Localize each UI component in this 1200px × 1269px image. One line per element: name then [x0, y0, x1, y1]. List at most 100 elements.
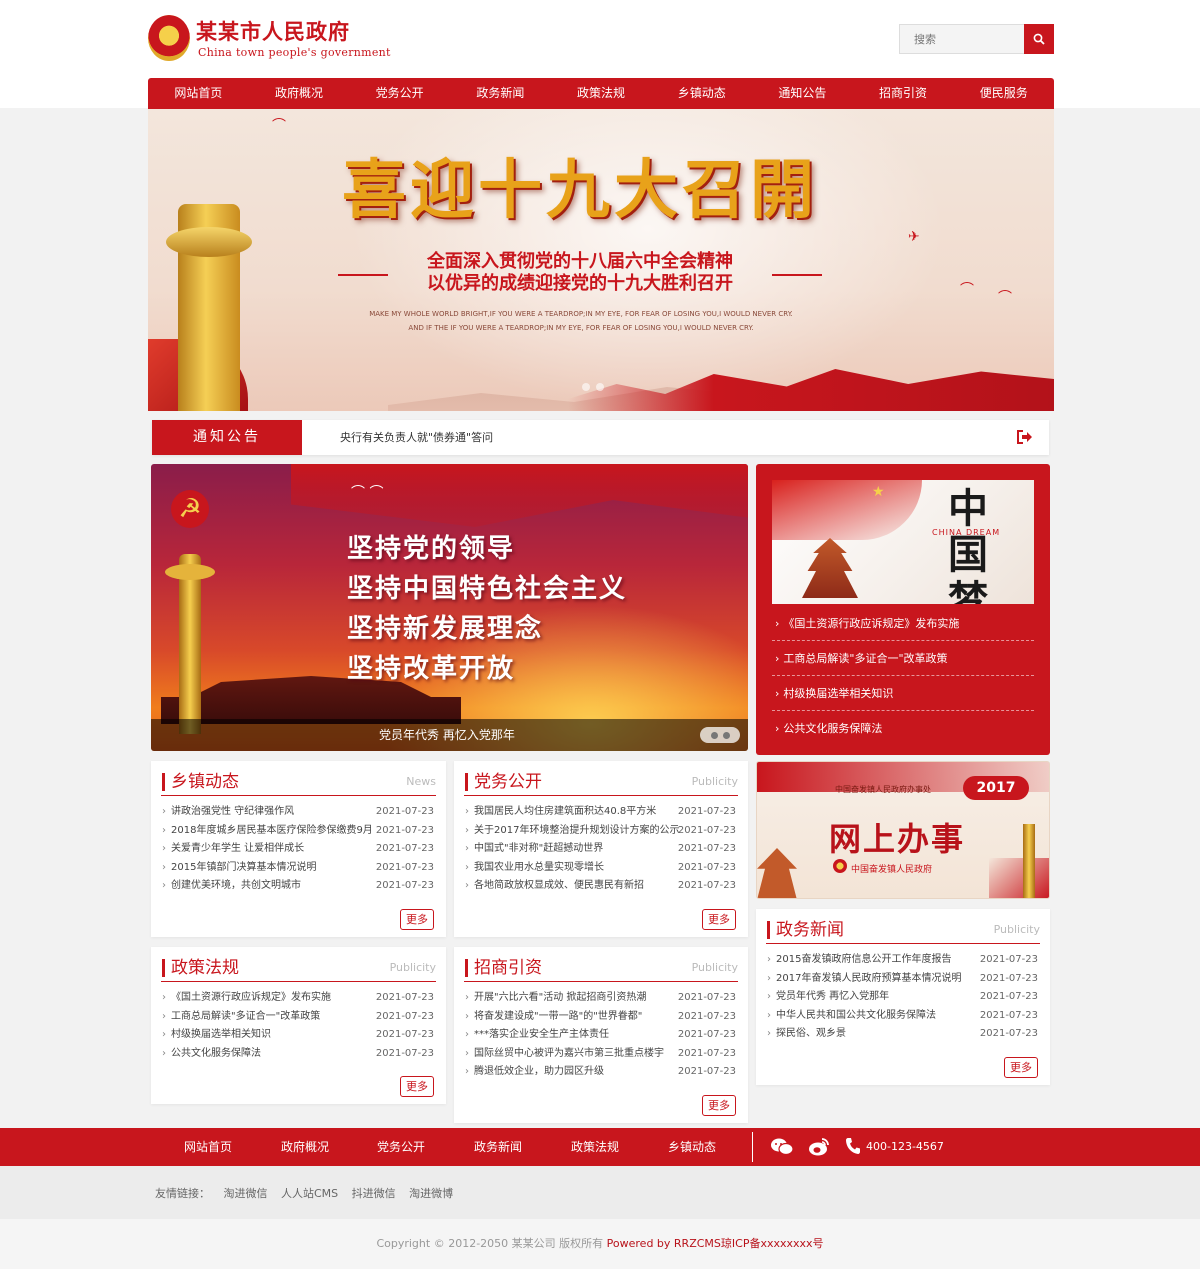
list-item-date: 2021-07-23 — [677, 1047, 736, 1059]
site-title[interactable]: 某某市人民政府 — [196, 16, 350, 46]
slider-dot[interactable] — [722, 731, 730, 739]
box-title-en: Publicity — [389, 961, 436, 974]
list-item[interactable]: 讲政治强党性 守纪律强作风 2021-07-23 — [161, 803, 436, 822]
national-emblem-logo[interactable]: ★ — [148, 15, 190, 61]
list-item[interactable]: 党员年代秀 再忆入党那年 2021-07-23 — [766, 988, 1040, 1007]
list-item[interactable]: 关爱青少年学生 让爱相伴成长 2021-07-23 — [161, 840, 436, 859]
friend-link[interactable]: 抖进微信 — [352, 1187, 396, 1200]
footer-nav-policy[interactable]: 政策法规 — [571, 1128, 619, 1166]
list-item[interactable]: 各地简政放权显成效、便民惠民有新招 2021-07-23 — [464, 877, 738, 896]
list-item[interactable]: 关于2017年环境整治提升规划设计方案的公示2021-07-23 — [464, 822, 738, 841]
list-item[interactable]: 探民俗、观乡景 2021-07-23 — [766, 1025, 1040, 1044]
nav-home[interactable]: 网站首页 — [148, 78, 249, 109]
list-item-date: 2021-07-23 — [375, 824, 434, 836]
list-item[interactable]: 中华人民共和国公共文化服务保障法 2021-07-23 — [766, 1007, 1040, 1026]
china-dream-list: › 《国土资源行政应诉规定》发布实施 › 工商总局解读"多证合一"改革政策 › 村级换… — [772, 606, 1034, 746]
sign-out-arrow-icon[interactable] — [1017, 430, 1033, 444]
news-list: 我国居民人均住房建筑面积达40.8平方米 2021-07-23 关于2017年环境… — [464, 803, 738, 896]
list-item-title: 工商总局解读"多证合一"改革政策 — [783, 652, 948, 665]
list-item-title: 《国土资源行政应诉规定》发布实施 — [783, 617, 960, 630]
footer-nav-gov-overview[interactable]: 政府概况 — [281, 1128, 329, 1166]
more-button[interactable]: 更多 — [1004, 1057, 1038, 1078]
list-item-title: 讲政治强党性 守纪律强作风 — [171, 806, 295, 817]
box-title[interactable]: 党务公开 — [474, 771, 542, 793]
china-dream-image[interactable]: ★ 中国梦 CHINA DREAM — [772, 480, 1034, 604]
search-button[interactable] — [1024, 24, 1054, 54]
list-item[interactable]: 国际丝贸中心被评为嘉兴市第三批重点楼宇 2021-07-23 — [464, 1045, 738, 1064]
list-item[interactable]: › 村级换届选举相关知识 — [772, 676, 1034, 711]
more-button[interactable]: 更多 — [400, 1076, 434, 1097]
slider-dot[interactable] — [710, 731, 718, 739]
search-input[interactable] — [900, 25, 1024, 53]
friend-link[interactable]: 淘进微信 — [224, 1187, 268, 1200]
banner-headline: 喜迎十九大召開 — [342, 153, 818, 228]
icp-link[interactable]: 琼ICP备xxxxxxxx号 — [721, 1237, 824, 1250]
list-item[interactable]: 创建优美环境，共创文明城市 2021-07-23 — [161, 877, 436, 896]
list-item[interactable]: 将奋发建设成"一带一路"的"世界眷都" 2021-07-23 — [464, 1008, 738, 1027]
list-item[interactable]: 腾退低效企业，助力园区升级 2021-07-23 — [464, 1063, 738, 1082]
footer-nav-party-affairs[interactable]: 党务公开 — [377, 1128, 425, 1166]
list-item[interactable]: 我国农业用水总量实现零增长 2021-07-23 — [464, 859, 738, 878]
list-item[interactable]: 开展"六比六看"活动 掀起招商引资热潮 2021-07-23 — [464, 989, 738, 1008]
list-item[interactable]: 2018年度城乡居民基本医疗保险参保缴费9月2021-07-23 — [161, 822, 436, 841]
list-item-title: 探民俗、观乡景 — [776, 1028, 846, 1039]
news-slider[interactable]: ☭ ⌒ ⌒ 坚持党的领导 坚持中国特色社会主义 坚持新发展理念 坚持改革开放 党… — [151, 464, 748, 751]
box-title[interactable]: 招商引资 — [474, 957, 542, 979]
slider-caption[interactable]: 党员年代秀 再忆入党那年 — [379, 719, 515, 751]
nav-notice[interactable]: 通知公告 — [752, 78, 853, 109]
list-item[interactable]: › 《国土资源行政应诉规定》发布实施 — [772, 606, 1034, 641]
online-banner-flag-corner — [989, 858, 1049, 898]
list-item-title: 村级换届选举相关知识 — [783, 687, 894, 700]
footer-nav-township[interactable]: 乡镇动态 — [668, 1128, 716, 1166]
list-item-title: 工商总局解读"多证合一"改革政策 — [171, 1010, 321, 1022]
national-emblem-icon — [833, 859, 847, 873]
box-title[interactable]: 政策法规 — [171, 957, 239, 979]
more-button[interactable]: 更多 — [702, 1095, 736, 1116]
list-item[interactable]: 2015年镇部门决算基本情况说明 2021-07-23 — [161, 859, 436, 878]
nav-policy[interactable]: 政策法规 — [551, 78, 652, 109]
china-dream-calligraphy: 中国梦 — [948, 485, 988, 605]
china-dream-english: CHINA DREAM — [932, 528, 1001, 537]
powered-by-link[interactable]: Powered by RRZCMS — [607, 1237, 721, 1250]
friend-links-label: 友情链接： — [155, 1187, 210, 1200]
nav-gov-overview[interactable]: 政府概况 — [249, 78, 350, 109]
notice-headline[interactable]: 央行有关负责人就"债券通"答问 — [340, 420, 493, 455]
nav-investment[interactable]: 招商引资 — [853, 78, 954, 109]
nav-township[interactable]: 乡镇动态 — [651, 78, 752, 109]
footer-nav-home[interactable]: 网站首页 — [184, 1128, 232, 1166]
list-item[interactable]: 2017年奋发镇人民政府预算基本情况说明 2021-07-23 — [766, 970, 1040, 989]
list-item[interactable]: 公共文化服务保障法 2021-07-23 — [161, 1045, 436, 1064]
huabiao-pillar-top — [166, 227, 252, 257]
list-item[interactable]: 中国式"非对称"赶超撼动世界 2021-07-23 — [464, 840, 738, 859]
wechat-icon[interactable] — [770, 1137, 794, 1157]
nav-services[interactable]: 便民服务 — [953, 78, 1054, 109]
more-button[interactable]: 更多 — [400, 909, 434, 930]
more-button[interactable]: 更多 — [702, 909, 736, 930]
banner-dot[interactable] — [596, 383, 604, 391]
list-item-date: 2021-07-23 — [375, 806, 434, 817]
footer-nav-gov-news[interactable]: 政务新闻 — [474, 1128, 522, 1166]
box-title[interactable]: 乡镇动态 — [171, 771, 239, 793]
list-item[interactable]: 工商总局解读"多证合一"改革政策 2021-07-23 — [161, 1008, 436, 1027]
weibo-icon[interactable] — [808, 1137, 830, 1157]
list-item[interactable]: 我国居民人均住房建筑面积达40.8平方米 2021-07-23 — [464, 803, 738, 822]
banner-dot[interactable] — [582, 383, 590, 391]
hero-banner[interactable]: ⌒ ✈ ⌒ ⌒ 喜迎十九大召開 全面深入贯彻党的十八届六中全会精神 以优异的成绩… — [148, 109, 1054, 411]
friend-link[interactable]: 淘进微博 — [409, 1187, 453, 1200]
banner-pagination — [582, 383, 604, 391]
nav-party-affairs[interactable]: 党务公开 — [349, 78, 450, 109]
nav-gov-news[interactable]: 政务新闻 — [450, 78, 551, 109]
list-item[interactable]: 2015奋发镇政府信息公开工作年度报告 2021-07-23 — [766, 951, 1040, 970]
chevron-right-icon: › — [775, 617, 780, 630]
list-item[interactable]: 《国土资源行政应诉规定》发布实施 2021-07-23 — [161, 989, 436, 1008]
friend-link[interactable]: 人人站CMS — [281, 1187, 338, 1200]
box-header: 党务公开 Publicity — [464, 771, 738, 796]
box-title[interactable]: 政务新闻 — [776, 919, 844, 941]
list-item[interactable]: › 公共文化服务保障法 — [772, 711, 1034, 746]
list-item-date: 2021-07-23 — [677, 843, 736, 854]
list-item[interactable]: › 工商总局解读"多证合一"改革政策 — [772, 641, 1034, 676]
online-service-banner[interactable]: 中国奋发镇人民政府办事处 2017 网上办事 中国奋发镇人民政府 — [756, 761, 1050, 899]
banner-subtitle-line1: 全面深入贯彻党的十八届六中全会精神 — [427, 251, 733, 272]
list-item[interactable]: ***落实企业安全生产主体责任 2021-07-23 — [464, 1026, 738, 1045]
list-item[interactable]: 村级换届选举相关知识 2021-07-23 — [161, 1026, 436, 1045]
